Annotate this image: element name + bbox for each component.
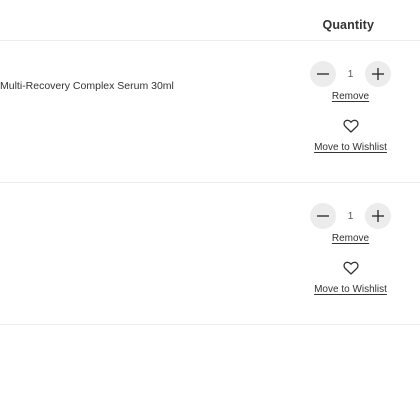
- quantity-stepper: 1: [310, 203, 391, 229]
- heart-icon[interactable]: [343, 261, 359, 275]
- remove-link[interactable]: Remove: [306, 233, 395, 244]
- minus-icon: [317, 215, 329, 217]
- plus-icon: [372, 68, 384, 80]
- move-to-wishlist-link[interactable]: Move to Wishlist: [306, 284, 395, 295]
- plus-icon: [372, 210, 384, 222]
- quantity-stepper: 1: [310, 61, 391, 87]
- decrease-quantity-button[interactable]: [310, 203, 336, 229]
- minus-icon: [317, 73, 329, 75]
- quantity-value: 1: [347, 68, 354, 80]
- decrease-quantity-button[interactable]: [310, 61, 336, 87]
- item-controls: 1 Remove Move to Wishlist: [310, 203, 391, 295]
- remove-link[interactable]: Remove: [306, 91, 395, 102]
- cart-table-header: Quantity: [0, 0, 420, 41]
- product-name[interactable]: Multi-Recovery Complex Serum 30ml: [0, 80, 174, 92]
- increase-quantity-button[interactable]: [365, 61, 391, 87]
- quantity-value: 1: [347, 210, 354, 222]
- move-to-wishlist-link[interactable]: Move to Wishlist: [306, 142, 395, 153]
- cart-item-row: Multi-Recovery Complex Serum 30ml 1 Remo…: [0, 41, 420, 183]
- quantity-column-header: Quantity: [322, 18, 374, 32]
- increase-quantity-button[interactable]: [365, 203, 391, 229]
- heart-icon[interactable]: [343, 119, 359, 133]
- cart-item-row: 1 Remove Move to Wishlist: [0, 183, 420, 325]
- item-controls: 1 Remove Move to Wishlist: [310, 61, 391, 153]
- cart-page: Quantity Multi-Recovery Complex Serum 30…: [0, 0, 420, 420]
